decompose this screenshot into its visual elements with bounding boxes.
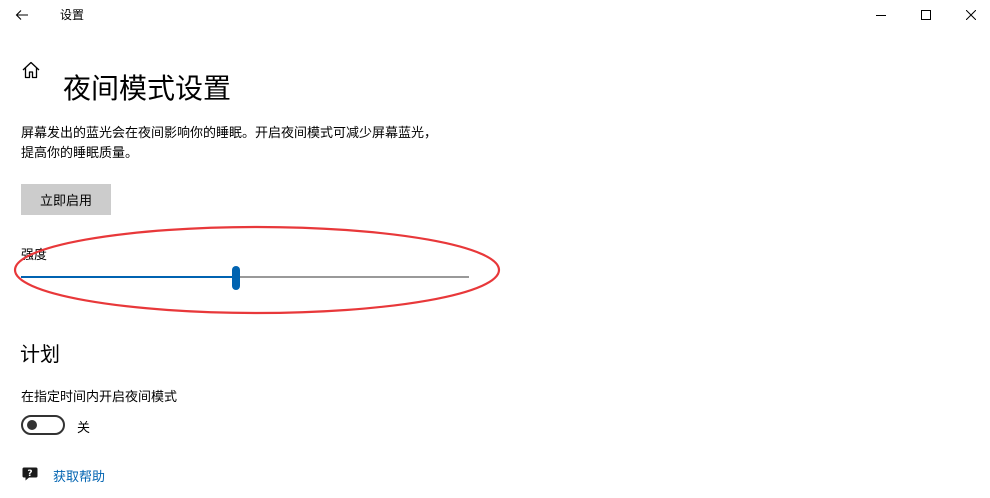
back-arrow-icon: [15, 10, 28, 20]
schedule-toggle-label: 在指定时间内开启夜间模式: [21, 390, 178, 405]
page-title: 夜间模式设置: [63, 71, 232, 105]
minimize-button[interactable]: [858, 0, 904, 30]
maximize-icon: [921, 10, 931, 20]
schedule-toggle[interactable]: [21, 415, 65, 435]
window-title: 设置: [60, 8, 85, 22]
minimize-icon: [876, 15, 886, 16]
description-line-2: 提高你的睡眠质量。: [21, 146, 139, 161]
description: 屏幕发出的蓝光会在夜间影响你的睡眠。开启夜间模式可减少屏幕蓝光， 提高你的睡眠质…: [21, 124, 481, 164]
back-button[interactable]: [6, 0, 38, 30]
toggle-state-label: 关: [77, 421, 91, 436]
schedule-heading: 计划: [20, 342, 60, 366]
settings-window: 设置 夜间模式设置 屏幕发出的蓝光会在夜间影响你的睡眠。开启夜间模式可减少屏幕蓝…: [0, 0, 990, 498]
svg-text:?: ?: [27, 469, 32, 479]
maximize-button[interactable]: [903, 0, 949, 30]
close-icon: [966, 10, 976, 20]
close-button[interactable]: [948, 0, 990, 30]
home-icon[interactable]: [21, 60, 41, 80]
help-chat-icon: ?: [22, 467, 38, 481]
enable-now-button[interactable]: 立即启用: [21, 184, 111, 215]
toggle-knob: [27, 420, 37, 430]
description-line-1: 屏幕发出的蓝光会在夜间影响你的睡眠。开启夜间模式可减少屏幕蓝光，: [21, 126, 438, 141]
red-highlight-ellipse: [13, 225, 501, 315]
get-help-link[interactable]: 获取帮助: [53, 466, 105, 485]
title-bar: 设置: [0, 0, 990, 30]
